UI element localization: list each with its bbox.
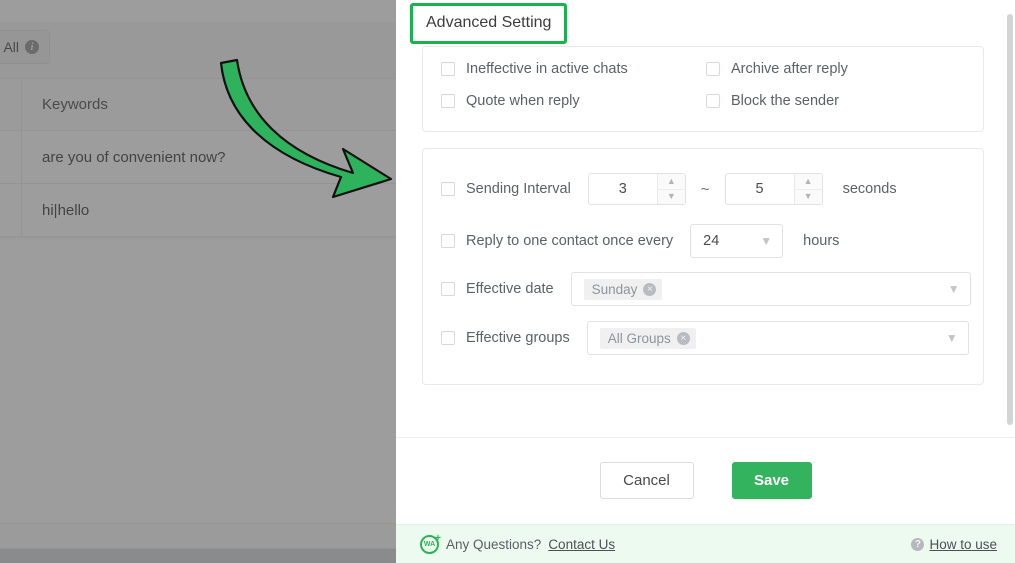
background-page: All i Keywords are you of convenient now…	[0, 0, 420, 563]
checkbox-ineffective-in-active-chats[interactable]	[441, 62, 455, 76]
chevron-down-icon[interactable]: ▼	[760, 235, 772, 247]
sending-interval-min-stepper-buttons[interactable]: ▲ ▼	[656, 174, 685, 205]
chevron-down-icon[interactable]: ▼	[658, 190, 685, 205]
sending-interval-max-stepper-buttons[interactable]: ▲ ▼	[793, 174, 822, 205]
checkbox-block-the-sender[interactable]	[706, 94, 720, 108]
page-title: Advanced Setting	[426, 14, 552, 31]
dialog-scrollbar[interactable]	[1007, 14, 1013, 425]
tag-sunday: Sunday ×	[583, 278, 663, 300]
info-icon[interactable]: i	[25, 40, 39, 54]
setting-reply-once-every: Reply to one contact once every 24 ▼ hou…	[441, 224, 839, 258]
dialog-title-highlight: Advanced Setting	[410, 3, 568, 44]
any-questions-label: Any Questions?	[446, 536, 542, 552]
chevron-down-icon[interactable]: ▼	[946, 332, 958, 344]
sending-interval-min-stepper[interactable]: 3 ▲ ▼	[587, 173, 686, 205]
toggle-options-panel: Ineffective in active chats Archive afte…	[422, 46, 984, 132]
sending-interval-unit: seconds	[842, 181, 897, 197]
column-header-keywords: Keywords	[42, 96, 108, 113]
table-empty-area	[0, 239, 420, 524]
contact-us-link[interactable]: Contact Us	[548, 537, 615, 552]
setting-label: Effective date	[466, 281, 554, 297]
checkbox-sending-interval[interactable]	[441, 182, 455, 196]
help-bar: WA Any Questions? Contact Us ? How to us…	[396, 524, 1015, 563]
chevron-down-icon[interactable]: ▼	[795, 190, 822, 205]
effective-groups-select[interactable]: All Groups × ▼	[586, 321, 969, 355]
dialog-footer: Cancel Save	[396, 438, 1015, 523]
table-header-row: Keywords	[0, 78, 420, 131]
reply-once-unit: hours	[803, 233, 840, 249]
advanced-setting-dialog: Advanced Setting Ineffective in active c…	[396, 0, 1015, 563]
how-to-use-link[interactable]: How to use	[929, 537, 997, 552]
checkbox-quote-when-reply[interactable]	[441, 94, 455, 108]
effective-date-select[interactable]: Sunday × ▼	[570, 272, 971, 306]
option-label: Quote when reply	[466, 93, 580, 109]
checkbox-effective-date[interactable]	[441, 282, 455, 296]
range-separator: ~	[700, 180, 710, 198]
close-circle-icon[interactable]: ×	[643, 282, 657, 296]
background-topbar	[0, 0, 420, 22]
sending-interval-max-stepper[interactable]: 5 ▲ ▼	[724, 173, 823, 205]
tag-label: Sunday	[591, 281, 638, 297]
option-archive-after-reply[interactable]: Archive after reply	[706, 61, 983, 77]
table-gutter-cell	[0, 184, 22, 236]
reply-once-hours-select[interactable]: 24 ▼	[690, 224, 784, 258]
table-gutter-cell	[0, 131, 22, 183]
help-bar-left: WA Any Questions? Contact Us	[420, 533, 615, 554]
dialog-body: Advanced Setting Ineffective in active c…	[396, 0, 1015, 437]
table-row[interactable]: are you of convenient now?	[0, 131, 420, 184]
chevron-down-icon[interactable]: ▼	[948, 283, 960, 295]
settings-panel: Sending Interval 3 ▲ ▼ ~ 5 ▲ ▼ seconds R…	[422, 148, 984, 385]
table-row[interactable]: hi|hello	[0, 184, 420, 237]
tag-all-groups: All Groups ×	[599, 327, 696, 349]
setting-sending-interval: Sending Interval 3 ▲ ▼ ~ 5 ▲ ▼ seconds	[441, 173, 897, 205]
setting-label: Effective groups	[466, 330, 570, 346]
wa-plus-logo-icon: WA	[420, 533, 441, 554]
chevron-up-icon[interactable]: ▲	[657, 174, 685, 190]
checkbox-archive-after-reply[interactable]	[706, 62, 720, 76]
background-bottom-strip	[0, 549, 420, 563]
effective-groups-tags: All Groups ×	[599, 327, 936, 349]
setting-effective-date: Effective date Sunday × ▼	[441, 272, 971, 306]
table-footer-area	[0, 524, 420, 549]
save-button[interactable]: Save	[731, 462, 812, 499]
option-label: Ineffective in active chats	[466, 61, 628, 77]
chevron-up-icon[interactable]: ▲	[794, 174, 822, 190]
setting-label: Sending Interval	[466, 181, 571, 197]
table-cell-keyword: are you of convenient now?	[42, 148, 226, 166]
tag-label: All Groups	[607, 330, 671, 346]
filter-tab-label: All	[3, 39, 19, 55]
sending-interval-max-value[interactable]: 5	[726, 174, 794, 204]
help-bar-right: ? How to use	[911, 537, 997, 552]
effective-date-tags: Sunday ×	[583, 278, 938, 300]
close-circle-icon[interactable]: ×	[676, 331, 690, 345]
checkbox-effective-groups[interactable]	[441, 331, 455, 345]
option-ineffective-in-active-chats[interactable]: Ineffective in active chats	[441, 61, 706, 77]
option-label: Archive after reply	[731, 61, 848, 77]
sending-interval-min-value[interactable]: 3	[589, 174, 657, 204]
filter-tab-all[interactable]: All i	[0, 30, 50, 64]
question-circle-icon[interactable]: ?	[911, 537, 925, 551]
table-cell-keyword: hi|hello	[42, 201, 90, 219]
keywords-table: Keywords are you of convenient now? hi|h…	[0, 78, 420, 237]
option-label: Block the sender	[731, 93, 840, 109]
setting-label: Reply to one contact once every	[466, 233, 674, 249]
reply-once-hours-value: 24	[703, 233, 720, 249]
cancel-button[interactable]: Cancel	[599, 462, 694, 499]
toggle-options-grid: Ineffective in active chats Archive afte…	[423, 47, 983, 109]
option-quote-when-reply[interactable]: Quote when reply	[441, 93, 706, 109]
checkbox-reply-once-every[interactable]	[441, 234, 455, 248]
option-block-the-sender[interactable]: Block the sender	[706, 93, 983, 109]
setting-effective-groups: Effective groups All Groups × ▼	[441, 321, 969, 355]
table-gutter-cell	[0, 79, 22, 130]
